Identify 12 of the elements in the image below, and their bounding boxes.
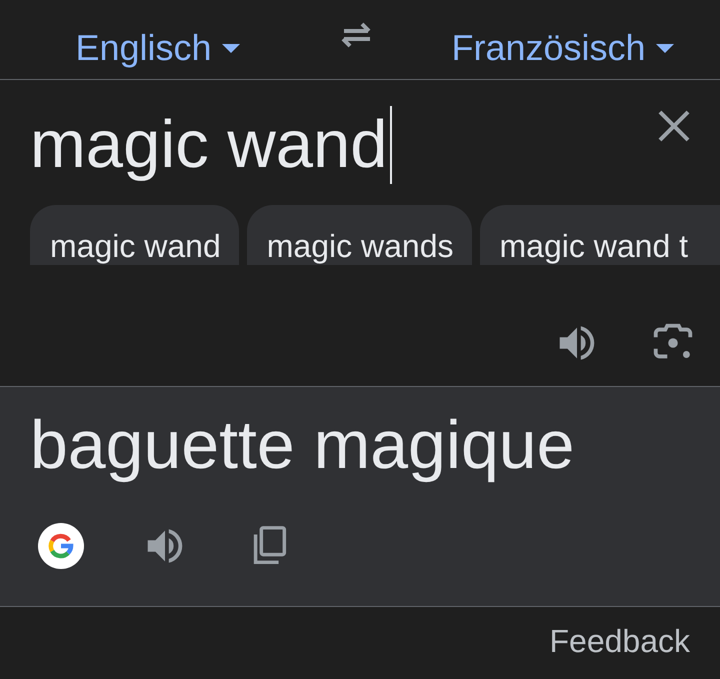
feedback-link[interactable]: Feedback — [549, 623, 690, 660]
suggestion-chip[interactable]: magic wand t — [480, 205, 720, 265]
suggestion-chip[interactable]: magic wands — [246, 205, 472, 265]
source-text-input[interactable]: magic wand — [30, 106, 392, 184]
suggestion-chip[interactable]: magic wand — [30, 205, 239, 265]
dropdown-caret-icon — [222, 43, 240, 53]
close-button[interactable] — [656, 108, 692, 144]
source-language-selector[interactable]: Englisch — [0, 27, 345, 75]
target-language-selector[interactable]: Französisch — [345, 27, 720, 75]
translation-text: baguette magique — [30, 406, 574, 485]
dropdown-caret-icon — [656, 43, 674, 53]
google-logo-icon[interactable] — [38, 523, 84, 569]
